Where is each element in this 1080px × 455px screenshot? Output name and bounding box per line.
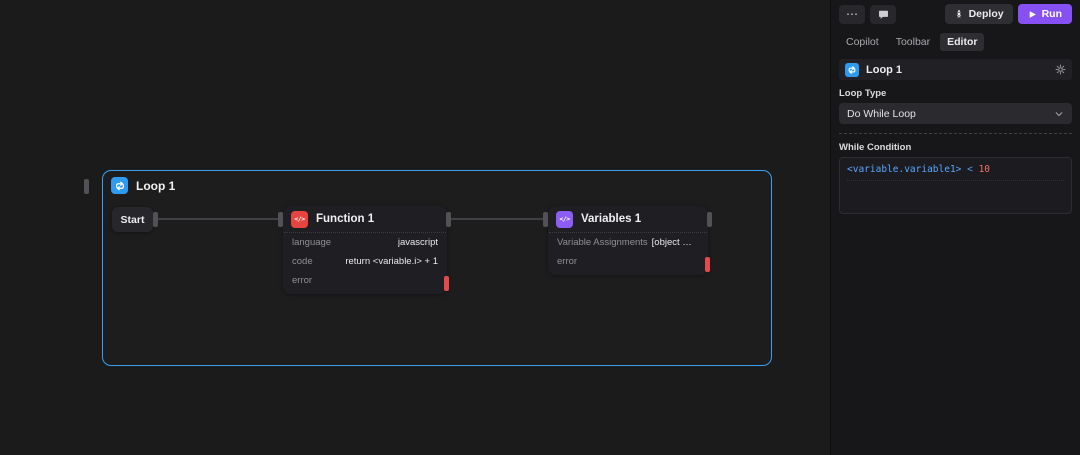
error-output-handle[interactable]	[444, 276, 449, 291]
play-icon	[1028, 10, 1037, 19]
deploy-button-label: Deploy	[969, 8, 1004, 20]
panel-toolbar: ⋯	[839, 4, 1072, 24]
start-node[interactable]: Start	[112, 207, 153, 232]
selected-node-header[interactable]: Loop 1	[839, 59, 1072, 80]
variables-input-handle[interactable]	[543, 212, 548, 227]
number-token: 10	[979, 164, 990, 175]
node-field-row: error	[283, 271, 447, 290]
loop-group-header: Loop 1	[111, 177, 175, 194]
code-icon: </>	[291, 211, 308, 228]
ellipsis-icon: ⋯	[846, 8, 858, 20]
node-field-row: language javascript	[283, 233, 447, 252]
function-input-handle[interactable]	[278, 212, 283, 227]
while-condition-editor[interactable]: <variable.variable1> < 10	[839, 157, 1072, 214]
function-node-header: </> Function 1	[283, 206, 447, 232]
while-condition-label: While Condition	[839, 142, 1072, 153]
deploy-button[interactable]: Deploy	[945, 4, 1013, 24]
tab-editor[interactable]: Editor	[940, 33, 984, 51]
error-output-handle[interactable]	[705, 257, 710, 272]
variables-output-handle[interactable]	[707, 212, 712, 227]
variables-node-header: </> Variables 1	[548, 206, 708, 232]
loop-type-label: Loop Type	[839, 88, 1072, 99]
node-field-row: Variable Assignments [object Obje…	[548, 233, 708, 252]
function-node-title: Function 1	[316, 213, 374, 225]
loop-group-title: Loop 1	[136, 179, 175, 193]
condition-code-line: <variable.variable1> < 10	[847, 164, 1064, 181]
chevron-down-icon	[1054, 109, 1064, 119]
inspector-panel: ⋯	[830, 0, 1080, 455]
loop-icon	[845, 63, 859, 77]
chat-button[interactable]	[870, 5, 896, 24]
node-field-row: error	[548, 252, 708, 271]
node-field-row: code return <variable.i> + 1	[283, 252, 447, 271]
loop-input-handle[interactable]	[84, 179, 89, 194]
run-button-label: Run	[1042, 8, 1062, 20]
operator-token: <	[961, 164, 978, 175]
selected-node-title: Loop 1	[866, 64, 1048, 76]
divider	[839, 133, 1072, 134]
code-icon: </>	[556, 211, 573, 228]
run-button[interactable]: Run	[1018, 4, 1072, 24]
variable-token: <variable.variable1>	[847, 164, 961, 175]
variables-node[interactable]: </> Variables 1 Variable Assignments [ob…	[548, 206, 708, 275]
edge-start-to-function[interactable]	[156, 218, 282, 220]
tab-toolbar[interactable]: Toolbar	[889, 33, 937, 51]
panel-tabs: Copilot Toolbar Editor	[839, 33, 1072, 51]
variables-node-title: Variables 1	[581, 213, 641, 225]
start-node-label: Start	[121, 214, 145, 226]
tab-copilot[interactable]: Copilot	[839, 33, 886, 51]
loop-icon	[111, 177, 128, 194]
function-node[interactable]: </> Function 1 language javascript code …	[283, 206, 447, 294]
flow-canvas[interactable]: Loop 1 Start </> Function 1 language jav…	[0, 0, 830, 455]
chat-icon	[878, 9, 889, 20]
settings-gear-icon[interactable]	[1055, 64, 1066, 75]
more-button[interactable]: ⋯	[839, 5, 865, 24]
workflow-editor-window: Loop 1 Start </> Function 1 language jav…	[0, 0, 1080, 455]
loop-type-select[interactable]: Do While Loop	[839, 103, 1072, 124]
rocket-icon	[954, 9, 964, 19]
edge-function-to-variables[interactable]	[451, 218, 546, 220]
function-output-handle[interactable]	[446, 212, 451, 227]
start-output-handle[interactable]	[153, 212, 158, 227]
loop-type-value: Do While Loop	[847, 108, 916, 120]
